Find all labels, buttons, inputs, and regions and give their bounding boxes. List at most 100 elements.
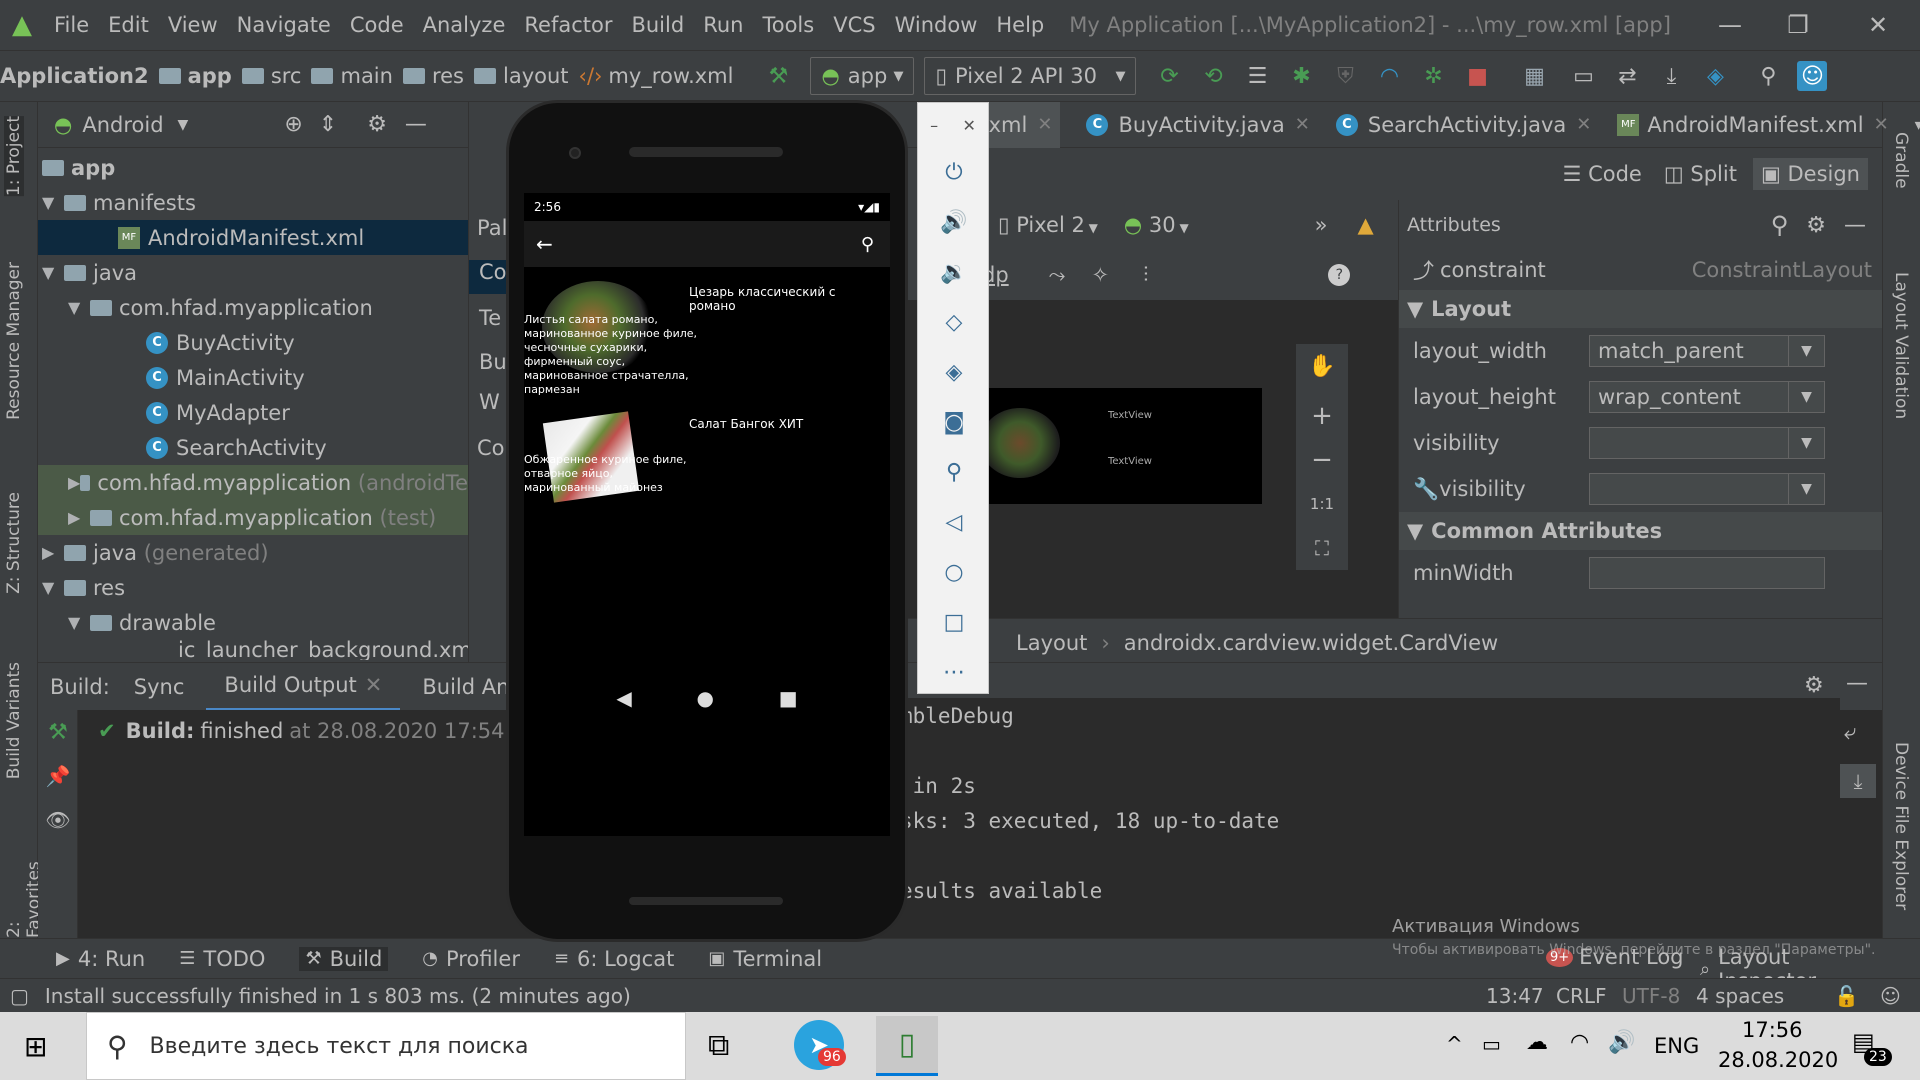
search-icon[interactable]: ⚲	[861, 234, 874, 255]
tab-search-activity[interactable]: C SearchActivity.java ✕	[1335, 102, 1591, 148]
tree-item-drawable[interactable]: ▼ drawable	[38, 605, 468, 640]
close-tab-icon[interactable]: ✕	[365, 673, 383, 697]
emulator-close-icon[interactable]: ✕	[962, 116, 975, 135]
menu-refactor[interactable]: Refactor	[524, 13, 612, 37]
close-tab-icon[interactable]: ✕	[1874, 114, 1889, 135]
nav-recents-icon[interactable]: ■	[779, 686, 798, 710]
tree-item-my-adapter[interactable]: C MyAdapter	[38, 395, 468, 430]
volume-up-icon[interactable]: 🔊	[918, 197, 990, 247]
chevron-up-icon[interactable]: ^	[1446, 1032, 1463, 1056]
visibility-field[interactable]: ▼	[1589, 427, 1825, 459]
tool-logcat[interactable]: ≡ 6: Logcat	[554, 947, 674, 971]
tree-item-buy-activity[interactable]: C BuyActivity	[38, 325, 468, 360]
preview-textview-1[interactable]: TextView	[1108, 410, 1152, 421]
palette-category-buttons[interactable]: Bu	[479, 350, 507, 374]
common-attributes-header[interactable]: ▼ Common Attributes	[1399, 512, 1882, 550]
breadcrumb-src[interactable]: src	[241, 64, 301, 88]
tree-item-package[interactable]: ▼ com.hfad.myapplication	[38, 290, 468, 325]
tab-build-output[interactable]: Build Output ✕	[206, 663, 401, 711]
menu-help[interactable]: Help	[996, 13, 1044, 37]
sync-project-icon[interactable]: ▦	[1519, 61, 1549, 91]
preview-textview-2[interactable]: TextView	[1108, 456, 1152, 467]
pin-icon[interactable]: 📌	[38, 754, 78, 798]
hammer-icon[interactable]: ⚒	[763, 61, 793, 91]
tree-item-app[interactable]: app	[38, 150, 468, 185]
hammer-icon[interactable]: ⚒	[38, 710, 78, 754]
tool-todo[interactable]: ☰ TODO	[179, 947, 265, 971]
menu-build[interactable]: Build	[631, 13, 684, 37]
chevron-down-icon[interactable]: ▼	[1788, 336, 1824, 366]
zoom-icon[interactable]: ⚲	[918, 447, 990, 497]
tab-device-file-explorer[interactable]: Device File Explorer	[1891, 742, 1911, 910]
back-icon[interactable]: ◁	[918, 497, 990, 547]
expanded-arrow-icon[interactable]: ▼	[42, 263, 64, 282]
tab-sync[interactable]: Sync	[134, 663, 185, 711]
restore-icon[interactable]: ❐	[1778, 8, 1818, 42]
close-icon[interactable]: ✕	[1858, 8, 1898, 42]
menu-code[interactable]: Code	[350, 13, 404, 37]
menu-navigate[interactable]: Navigate	[237, 13, 331, 37]
design-view-button[interactable]: ▣ Design	[1752, 158, 1868, 190]
breadcrumb-project[interactable]: Application2	[0, 64, 149, 88]
android-studio-taskbar-icon[interactable]: ▯	[876, 1016, 938, 1076]
infer-constraints-icon[interactable]: ✧	[1091, 263, 1109, 287]
guidelines-icon[interactable]: ⫶	[1143, 263, 1148, 288]
warning-icon[interactable]: ▲	[1358, 213, 1374, 237]
chevron-down-icon[interactable]: ▼	[178, 117, 189, 133]
tree-item-search-activity[interactable]: C SearchActivity	[38, 430, 468, 465]
pan-icon[interactable]: ✋	[1296, 344, 1348, 388]
volume-down-icon[interactable]: 🔉	[918, 247, 990, 297]
layout-width-field[interactable]: match_parent ▼	[1589, 335, 1825, 367]
close-tab-icon[interactable]: ✕	[1037, 114, 1052, 135]
gear-icon[interactable]: ⚙	[1804, 673, 1824, 698]
menu-file[interactable]: File	[54, 13, 89, 37]
build-status-row[interactable]: ✔ Build: finished at 28.08.2020 17:54	[98, 716, 505, 746]
back-arrow-icon[interactable]: ←	[536, 232, 553, 256]
chevron-down-icon[interactable]: ▼	[1788, 382, 1824, 412]
more-icon[interactable]: »	[1315, 213, 1328, 237]
tool-profiler[interactable]: ◔ Profiler	[422, 947, 520, 971]
apply-changes-icon[interactable]: ⟳	[1154, 61, 1184, 91]
tab-gradle[interactable]: Gradle	[1891, 132, 1911, 189]
menu-tools[interactable]: Tools	[762, 13, 814, 37]
tree-item-package-test[interactable]: ▶ com.hfad.myapplication (test)	[38, 500, 468, 535]
tab-project[interactable]: 1: Project	[4, 116, 24, 197]
account-icon[interactable]: ☺	[1797, 61, 1828, 91]
tree-item-res[interactable]: ▼ res	[38, 570, 468, 605]
menu-window[interactable]: Window	[895, 13, 978, 37]
windows-start-icon[interactable]: ⊞	[24, 1030, 47, 1063]
tree-item-android-manifest[interactable]: MF AndroidManifest.xml	[38, 220, 468, 255]
help-icon[interactable]: ?	[1328, 264, 1351, 286]
home-icon[interactable]: ○	[918, 547, 990, 597]
language-indicator[interactable]: ENG	[1654, 1034, 1699, 1058]
nav-back-icon[interactable]: ◀	[616, 686, 631, 710]
cloud-icon[interactable]: ☁	[1526, 1030, 1548, 1055]
nav-home-icon[interactable]: ●	[697, 686, 714, 710]
indent-setting[interactable]: 4 spaces	[1696, 984, 1784, 1008]
eye-icon[interactable]: 👁	[38, 798, 78, 842]
clear-constraints-icon[interactable]: ⤳	[1049, 263, 1066, 288]
task-view-icon[interactable]: ⧉	[708, 1028, 729, 1063]
layout-preview[interactable]: TextView TextView	[980, 388, 1262, 504]
expanded-arrow-icon[interactable]: ▼	[42, 193, 64, 212]
caret-position[interactable]: 13:47	[1486, 984, 1544, 1008]
tree-item-launcher-bg[interactable]: ic_launcher_background.xml	[38, 640, 468, 660]
close-tab-icon[interactable]: ✕	[1295, 114, 1310, 135]
gear-icon[interactable]: ⚙	[367, 112, 387, 137]
collapsed-arrow-icon[interactable]: ▶	[68, 508, 90, 527]
more-options-icon[interactable]: ⋯	[918, 647, 990, 697]
api-level-select[interactable]: ◓ 30 ▼	[1124, 213, 1189, 237]
project-view-select[interactable]: Android	[82, 113, 163, 137]
minimize-icon[interactable]: —	[1710, 8, 1750, 42]
tool-terminal[interactable]: ▣ Terminal	[708, 947, 822, 971]
clock-date[interactable]: 28.08.2020	[1718, 1048, 1838, 1072]
expanded-arrow-icon[interactable]: ▼	[68, 298, 90, 317]
device-for-preview[interactable]: ▯ Pixel 2 ▼	[998, 213, 1098, 237]
locate-icon[interactable]: ⊕	[284, 112, 302, 137]
wifi-icon[interactable]: ◠	[1570, 1030, 1589, 1055]
run-list-icon[interactable]: ☰	[1242, 61, 1272, 91]
gradle-sync-icon[interactable]: ⇄	[1612, 61, 1642, 91]
chevron-down-icon[interactable]: ▼	[1788, 428, 1824, 458]
coverage-icon[interactable]: ⛨	[1330, 61, 1360, 91]
taskbar-search[interactable]: ⚲ Введите здесь текст для поиска	[86, 1012, 686, 1080]
